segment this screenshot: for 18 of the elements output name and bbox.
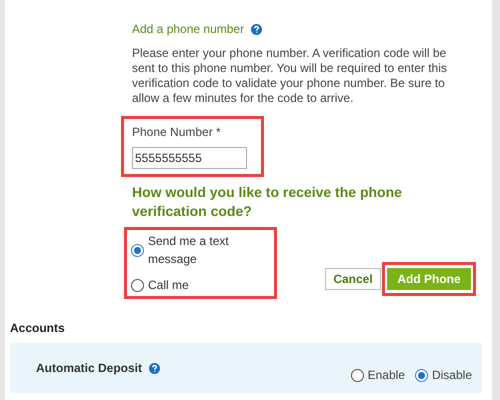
radio-button[interactable]	[131, 278, 144, 292]
option-label: Call me	[148, 277, 189, 294]
accounts-heading: Accounts	[10, 320, 66, 337]
question-heading: How would you like to receive the phone verification code?	[132, 183, 403, 221]
help-icon[interactable]	[251, 24, 262, 34]
option-label: Enable	[368, 367, 405, 384]
radio-button[interactable]	[350, 368, 364, 382]
field-label: Phone Number *	[132, 124, 222, 141]
description-text: Please enter your phone number. A verification code will be sent to this phone number. You will be required to enter this verification code to validate your phone number. Be sure to allow a few minutes for the code to arrive.	[132, 46, 448, 106]
section-title: Add a phone number	[132, 21, 244, 38]
radio-button[interactable]	[414, 368, 428, 382]
phone-input-field[interactable]: 5555555555	[132, 147, 247, 169]
cancel-button[interactable]: Cancel	[325, 268, 381, 290]
option-label: Disable	[432, 367, 472, 384]
option-label: Send me a text message	[148, 233, 230, 268]
radio-button[interactable]	[131, 244, 144, 256]
help-icon[interactable]	[149, 362, 160, 374]
setting-label: Automatic Deposit	[36, 360, 142, 377]
